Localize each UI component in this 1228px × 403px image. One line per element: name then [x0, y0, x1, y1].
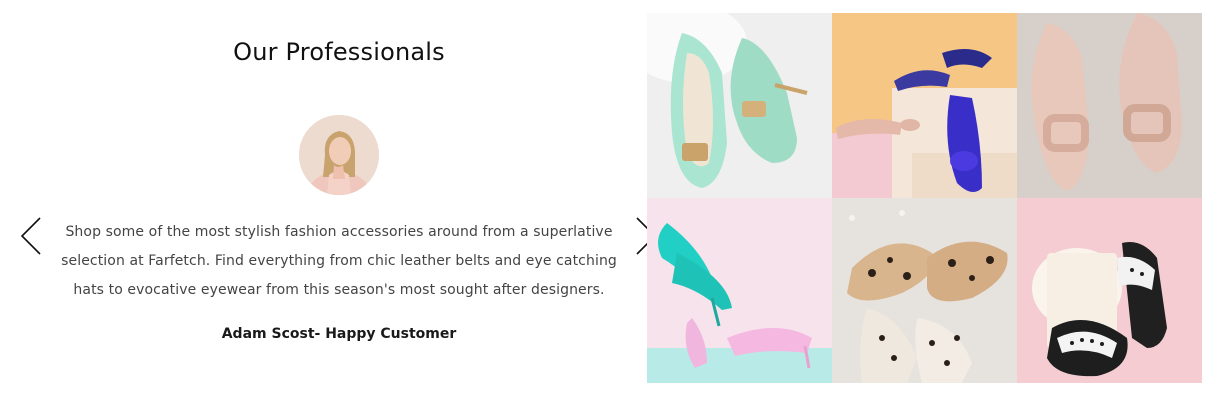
gallery-image-teal-pink-pumps[interactable]	[647, 198, 832, 383]
gallery-image-leopard-loafers[interactable]	[832, 198, 1017, 383]
testimonial-quote: Shop some of the most stylish fashion ac…	[61, 224, 617, 298]
section-title: Our Professionals	[233, 38, 445, 66]
testimonial-author: Adam Scost- Happy Customer	[221, 326, 457, 342]
gallery-image-nude-flats[interactable]	[1017, 13, 1202, 198]
gallery-image-mint-heels[interactable]	[647, 13, 832, 198]
previous-arrow-button[interactable]	[19, 216, 43, 256]
gallery-image-slide-sandals[interactable]	[1017, 198, 1202, 383]
chevron-left-icon	[20, 217, 41, 255]
product-gallery	[647, 13, 1202, 383]
testimonial-section: Our Professionals Shop some of the most …	[0, 0, 657, 403]
gallery-image-blue-flats[interactable]	[832, 13, 1017, 198]
customer-avatar	[299, 115, 379, 195]
